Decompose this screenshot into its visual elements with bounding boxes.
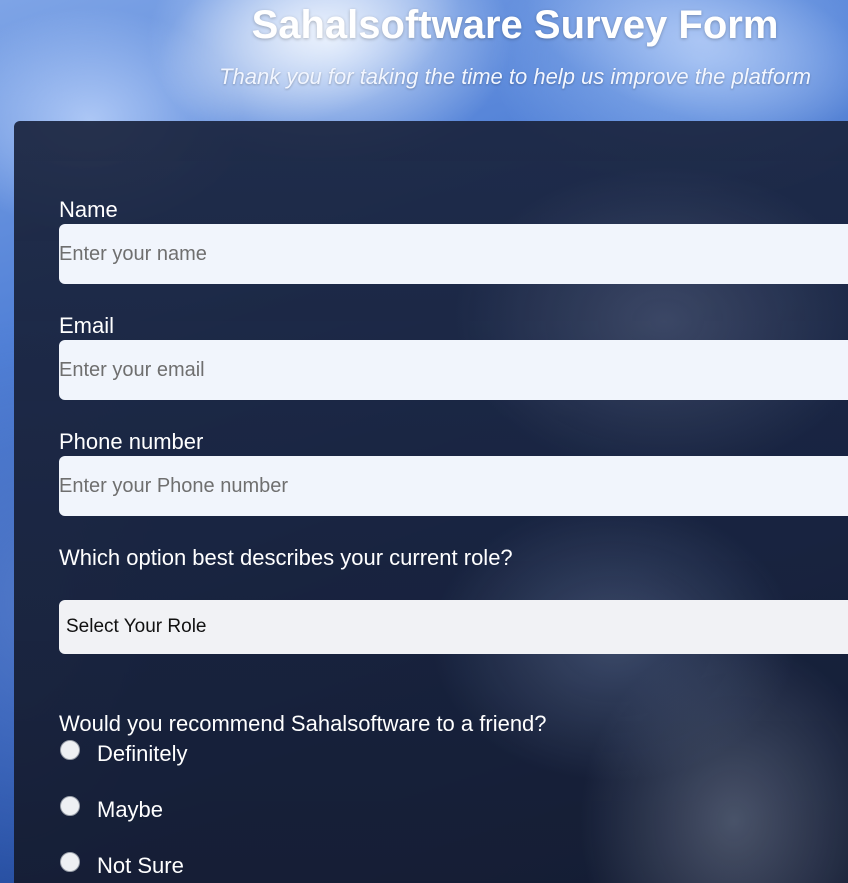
radio-option-not-sure[interactable]: Not Sure [59,852,359,882]
role-select[interactable]: Select Your Role [59,600,848,654]
email-label: Email [59,313,115,338]
phone-label: Phone number [59,429,204,454]
page-header: Sahalsoftware Survey Form Thank you for … [0,0,848,120]
role-question: Which option best describes your current… [59,545,513,570]
name-label: Name [59,197,118,222]
radio-label: Maybe [97,797,164,822]
radio-option-maybe[interactable]: Maybe [59,796,359,826]
role-select-value: Select Your Role [66,616,207,637]
radio-button[interactable] [60,740,80,760]
name-input[interactable] [59,224,848,284]
radio-button[interactable] [60,852,80,872]
radio-option-definitely[interactable]: Definitely [59,740,359,770]
radio-button[interactable] [60,796,80,816]
page-title: Sahalsoftware Survey Form [251,3,779,47]
radio-label: Definitely [97,741,188,766]
recommend-question: Would you recommend Sahalsoftware to a f… [59,711,547,736]
email-input[interactable] [59,340,848,400]
radio-label: Not Sure [97,853,184,878]
phone-input[interactable] [59,456,848,516]
page-subtitle: Thank you for taking the time to help us… [219,64,811,89]
